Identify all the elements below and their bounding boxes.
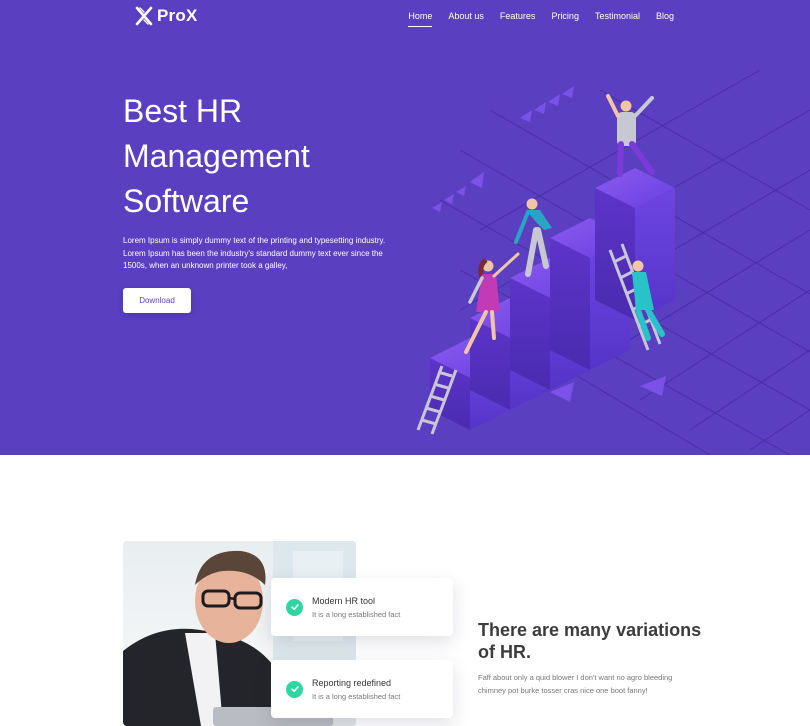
feature-card-subtitle: It is a long established fact: [312, 609, 401, 619]
feature-card-title: Reporting redefined: [312, 677, 392, 688]
feature-card-modern-hr: Modern HR tool It is a long established …: [271, 578, 453, 636]
hero-title: Best HR Management Software: [123, 93, 310, 219]
feature-card-subtitle: It is a long established fact: [312, 691, 401, 701]
nav-home[interactable]: Home: [408, 11, 433, 27]
nav-about-us[interactable]: About us: [448, 11, 484, 27]
prox-logo-icon: [135, 6, 153, 26]
check-circle-icon: [286, 598, 303, 616]
nav-pricing[interactable]: Pricing: [551, 11, 579, 27]
nav-features[interactable]: Features: [500, 11, 536, 27]
main-nav: Home About us Features Pricing Testimoni…: [408, 11, 674, 27]
people-climbing-stairs-illustration: [416, 70, 810, 455]
nav-blog[interactable]: Blog: [656, 11, 674, 27]
brand-logo[interactable]: ProX: [135, 6, 197, 26]
hero-section: ProX Home About us Features Pricing Test…: [0, 0, 810, 455]
section-heading: There are many variations of HR.: [478, 620, 702, 662]
nav-testimonial[interactable]: Testimonial: [595, 11, 640, 27]
feature-card-title: Modern HR tool: [312, 595, 376, 606]
hero-description: Lorem Ipsum is simply dummy text of the …: [123, 236, 386, 270]
check-circle-icon: [286, 680, 303, 698]
brand-name: ProX: [157, 6, 198, 25]
section-text: Faff about only a quid blower I don't wa…: [478, 673, 673, 695]
feature-card-reporting: Reporting redefined It is a long establi…: [271, 660, 453, 718]
download-button[interactable]: Download: [123, 288, 191, 313]
